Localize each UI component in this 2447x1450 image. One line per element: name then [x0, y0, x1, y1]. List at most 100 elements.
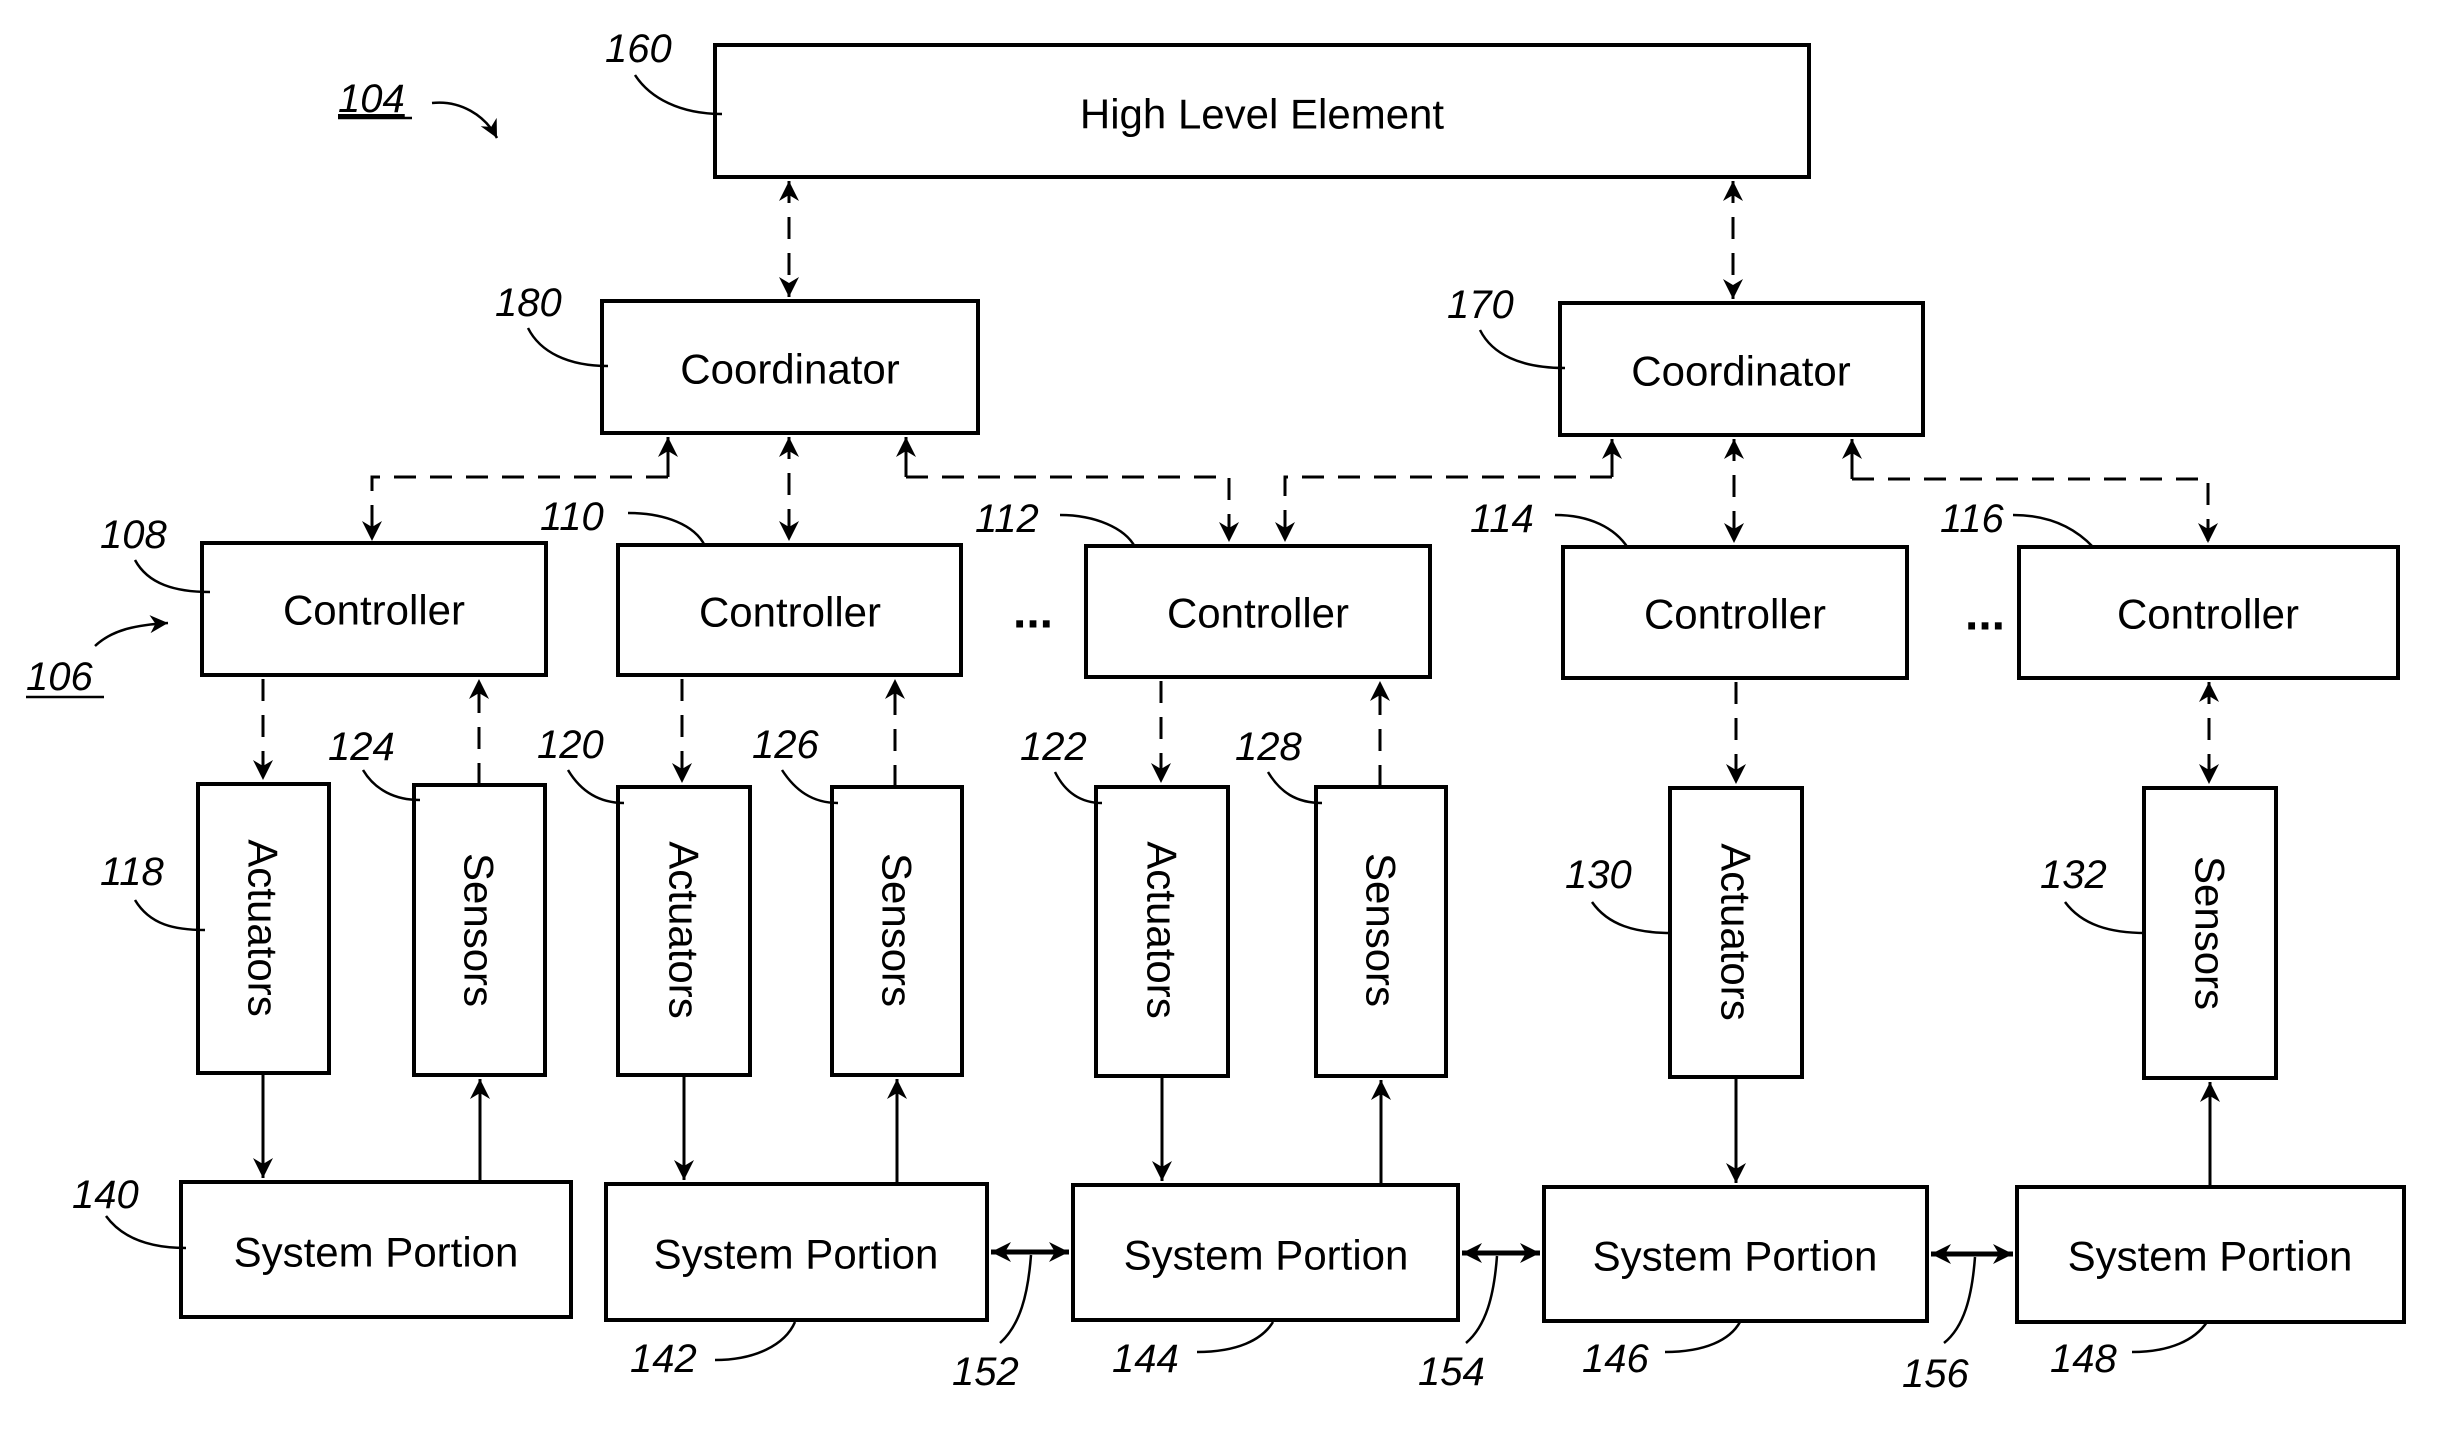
leader-line [526, 327, 609, 368]
ellipsis: ... [1013, 586, 1053, 639]
high-level-element: High Level Element 160 [605, 27, 1811, 179]
box-label: Sensors [1358, 853, 1405, 1007]
ref-number: 180 [495, 281, 562, 325]
controller-116: Controller 116 [1940, 497, 2400, 680]
box-label: System Portion [234, 1229, 519, 1276]
device-120: Actuators 120 [537, 723, 752, 1077]
ref-number: 116 [1940, 497, 2005, 541]
device-124: Sensors 124 [328, 725, 547, 1077]
ref-number: 110 [540, 495, 604, 539]
leader-line [2012, 513, 2094, 548]
pointer-arrow-icon [431, 101, 499, 139]
box-label: Controller [1644, 591, 1826, 638]
coordinator-180: Coordinator 180 [495, 281, 980, 435]
link-coord180-ctrl112 [906, 475, 1239, 542]
controller-108: Controller 108 [100, 513, 548, 677]
ref-number: 148 [2050, 1337, 2117, 1381]
ref-number: 108 [100, 513, 167, 557]
leader-line [133, 559, 211, 594]
coordinator-170: Coordinator 170 [1447, 283, 1925, 437]
ref-number: 146 [1582, 1337, 1649, 1381]
box-label: Actuators [661, 841, 708, 1018]
link-coord170-ctrl116 [1852, 477, 2218, 543]
device-132: Sensors 132 [2040, 786, 2278, 1080]
box-label: Sensors [2187, 856, 2234, 1010]
box-label: Coordinator [680, 346, 899, 393]
ref-number: 128 [1235, 725, 1302, 769]
ref-number: 160 [605, 27, 672, 71]
box-label: System Portion [654, 1231, 939, 1278]
leader-line [633, 74, 723, 116]
box-label: Actuators [1139, 841, 1186, 1018]
ref-number: 120 [537, 723, 604, 767]
box-label: Actuators [240, 839, 287, 1016]
ref-number: 106 [26, 655, 93, 699]
ref-number: 144 [1112, 1337, 1179, 1381]
leader-line [1590, 901, 1673, 935]
system-portion-148: System Portion 148 [2015, 1185, 2406, 1381]
system-portion-146: System Portion 146 [1542, 1185, 1929, 1381]
box-label: System Portion [1593, 1233, 1878, 1280]
leader-line [780, 769, 839, 805]
box-label: Controller [1167, 590, 1349, 637]
ref-number: 104 [338, 77, 405, 121]
link-coord180-ctrl108 [362, 475, 668, 541]
ref-number: 122 [1020, 725, 1087, 769]
device-122: Actuators 122 [1020, 725, 1230, 1078]
leader-line [1478, 329, 1566, 370]
ref-label-104: 104 [338, 77, 499, 139]
leader-line [1664, 1321, 1742, 1354]
box-label: Controller [2117, 591, 2299, 638]
leader-line [104, 1215, 187, 1250]
device-128: Sensors 128 [1235, 725, 1448, 1078]
control-hierarchy-diagram: 104 106 High Level Element 160 Coordinat… [26, 27, 2406, 1396]
box-label: Sensors [874, 853, 921, 1007]
link-coord170-ctrl112 [1275, 475, 1612, 542]
ref-number: 118 [100, 850, 165, 894]
box-label: System Portion [2068, 1233, 2353, 1280]
ref-number: 140 [72, 1173, 139, 1217]
leader-line [1943, 1256, 1977, 1344]
box-label: System Portion [1124, 1232, 1409, 1279]
device-126: Sensors 126 [752, 723, 964, 1077]
leader-line [999, 1254, 1033, 1344]
ref-number: 170 [1447, 283, 1514, 327]
ref-number: 124 [328, 725, 395, 769]
box-label: Controller [283, 587, 465, 634]
ref-number: 112 [975, 497, 1039, 541]
device-130: Actuators 130 [1565, 786, 1804, 1079]
leader-line [1196, 1321, 1275, 1354]
ref-number: 142 [630, 1337, 697, 1381]
ref-number: 154 [1418, 1350, 1485, 1394]
leader-line [2063, 901, 2147, 935]
leader-line [133, 899, 206, 932]
controller-110: Controller 110 [540, 495, 963, 677]
system-portion-142: System Portion 142 [604, 1182, 989, 1381]
device-118: Actuators 118 [100, 782, 331, 1075]
leader-line [361, 769, 421, 802]
ref-number: 130 [1565, 853, 1632, 897]
leader-line [566, 769, 625, 805]
controller-114: Controller 114 [1470, 497, 1909, 680]
ref-number: 132 [2040, 853, 2107, 897]
box-label: Controller [699, 589, 881, 636]
pointer-arrow-icon [94, 615, 169, 647]
leader-line [714, 1321, 797, 1362]
leader-line [1059, 513, 1137, 548]
system-portion-140: System Portion 140 [72, 1173, 573, 1319]
leader-line [1266, 771, 1323, 805]
box-label: Actuators [1713, 843, 1760, 1020]
ref-number: 156 [1902, 1352, 1969, 1396]
leader-line [1465, 1255, 1499, 1344]
box-label: Coordinator [1631, 348, 1850, 395]
ref-number: 114 [1470, 497, 1534, 541]
ref-number: 152 [952, 1350, 1019, 1394]
ref-number: 126 [752, 723, 819, 767]
ref-label-106: 106 [26, 615, 169, 699]
leader-line [2131, 1321, 2209, 1354]
ellipsis: ... [1965, 588, 2005, 641]
box-label: Sensors [456, 853, 503, 1007]
leader-line [627, 511, 707, 547]
system-portion-144: System Portion 144 [1071, 1183, 1460, 1381]
leader-line [1554, 513, 1630, 549]
